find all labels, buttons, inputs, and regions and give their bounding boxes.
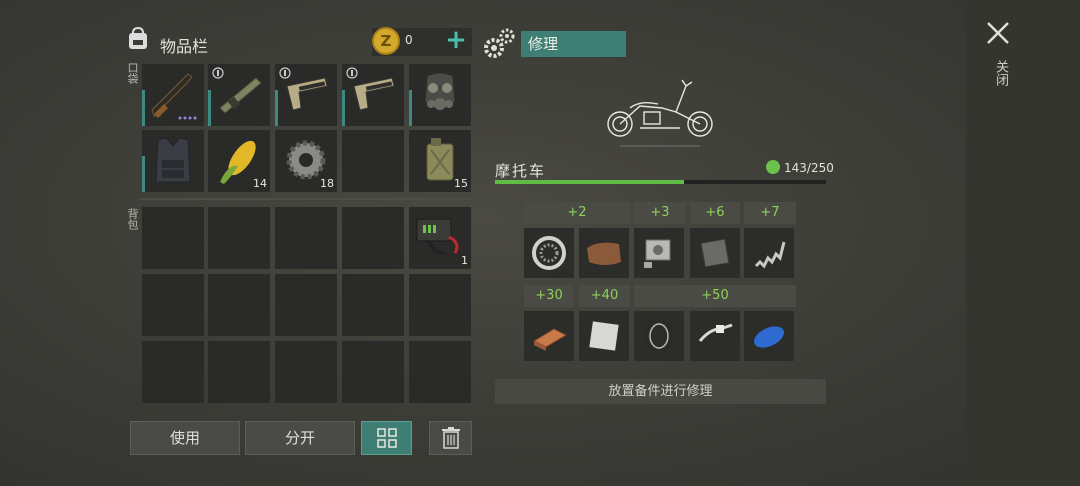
tab-repair[interactable]: 修理 — [521, 31, 626, 57]
repair-part-slot[interactable] — [579, 228, 629, 278]
repair-bonus: +2 — [524, 202, 630, 224]
close-sidebar — [966, 0, 1080, 486]
coin-icon: Z — [372, 27, 400, 55]
slot-bar — [342, 90, 345, 126]
split-button[interactable]: 分开 — [245, 421, 355, 455]
repair-hint: 放置备件进行修理 — [495, 379, 826, 404]
backpack-slot-empty[interactable] — [275, 207, 337, 269]
close-label[interactable]: 关闭 — [991, 60, 1010, 86]
backpack-slot[interactable]: 1 — [409, 207, 471, 269]
section-divider — [140, 198, 472, 200]
repair-part-slot[interactable] — [524, 228, 574, 278]
item-count: 14 — [253, 177, 267, 190]
backpack-slot-empty[interactable] — [208, 274, 270, 336]
close-icon[interactable] — [985, 20, 1011, 46]
pocket-slot[interactable] — [409, 64, 471, 126]
leather-icon — [587, 242, 621, 265]
pocket-slot-empty[interactable] — [342, 130, 404, 192]
motorcycle-blueprint-icon — [607, 79, 713, 147]
slot-bar — [275, 90, 278, 126]
bearing-icon — [532, 236, 566, 270]
repair-part-slot[interactable] — [634, 311, 684, 361]
backpack-slot-empty[interactable] — [342, 274, 404, 336]
wheel-icon — [644, 318, 674, 354]
slot-bar — [142, 90, 145, 126]
item-count: 15 — [454, 177, 468, 190]
inventory-title: 物品栏 — [160, 37, 209, 56]
spring-icon — [754, 241, 786, 269]
use-button[interactable]: 使用 — [130, 421, 240, 455]
durability-text: 143/250 — [784, 161, 834, 175]
backpack-slot-empty[interactable] — [142, 341, 204, 403]
backpack-slot-empty[interactable] — [342, 341, 404, 403]
pockets-label: 口袋 — [126, 62, 139, 84]
brake-lever-icon — [698, 323, 733, 342]
gears-icon — [484, 28, 515, 58]
pocket-slot[interactable]: 14 — [208, 130, 270, 192]
repair-item-name: 摩托车 — [495, 162, 547, 180]
backpack-slot-empty[interactable] — [275, 341, 337, 403]
durability-bar — [495, 180, 685, 184]
repair-bonus: +50 — [634, 285, 796, 307]
backpack-slot-empty[interactable] — [208, 207, 270, 269]
shield-icon — [346, 67, 358, 79]
backpack-icon — [129, 26, 147, 49]
pocket-slot[interactable] — [142, 64, 204, 126]
pocket-slot[interactable] — [208, 64, 270, 126]
repair-part-slot[interactable] — [690, 228, 740, 278]
pocket-slot[interactable] — [342, 64, 404, 126]
backpack-label: 背包 — [126, 208, 139, 230]
steel-sheet-icon — [589, 321, 619, 351]
backpack-slot-empty[interactable] — [275, 274, 337, 336]
repair-bonus: +7 — [744, 202, 796, 224]
shield-icon — [212, 67, 224, 79]
slot-bar — [409, 90, 412, 126]
backpack-slot-empty[interactable] — [342, 207, 404, 269]
metal-plate-icon — [700, 238, 730, 268]
pocket-slot[interactable] — [142, 130, 204, 192]
shield-icon — [279, 67, 291, 79]
slot-bar — [208, 90, 211, 126]
item-count: 18 — [320, 177, 334, 190]
add-coins-button[interactable]: + — [444, 26, 468, 56]
pocket-slot[interactable]: 15 — [409, 130, 471, 192]
repair-bonus: +40 — [579, 285, 630, 307]
item-count: 1 — [461, 254, 468, 267]
engine-block-icon — [644, 239, 671, 268]
sort-button[interactable] — [361, 421, 412, 455]
grid-icon — [376, 428, 397, 448]
repair-part-slot[interactable] — [634, 228, 684, 278]
backpack-slot-empty[interactable] — [409, 274, 471, 336]
backpack-slot-empty[interactable] — [409, 341, 471, 403]
fuel-tank-icon — [754, 326, 784, 348]
armor-vest-icon — [155, 137, 191, 183]
repair-bonus: +3 — [634, 202, 686, 224]
slot-bar — [142, 156, 145, 192]
repair-part-slot[interactable] — [690, 311, 740, 361]
backpack-slot-empty[interactable] — [208, 341, 270, 403]
pocket-slot[interactable] — [275, 64, 337, 126]
trash-icon — [441, 427, 460, 449]
coin-count: 0 — [405, 33, 413, 47]
rifle-icon — [151, 73, 197, 120]
repair-part-slot[interactable] — [744, 228, 794, 278]
repair-part-slot[interactable] — [524, 311, 574, 361]
repair-bonus: +6 — [690, 202, 740, 224]
backpack-slot-empty[interactable] — [142, 207, 204, 269]
repair-part-slot[interactable] — [744, 311, 794, 361]
delete-button[interactable] — [429, 421, 472, 455]
gas-mask-icon — [424, 72, 456, 110]
wrench-icon — [766, 160, 780, 174]
repair-part-slot[interactable] — [579, 311, 629, 361]
pocket-slot[interactable]: 18 — [275, 130, 337, 192]
repair-bonus: +30 — [524, 285, 574, 307]
copper-ingot-icon — [532, 328, 568, 351]
backpack-slot-empty[interactable] — [142, 274, 204, 336]
